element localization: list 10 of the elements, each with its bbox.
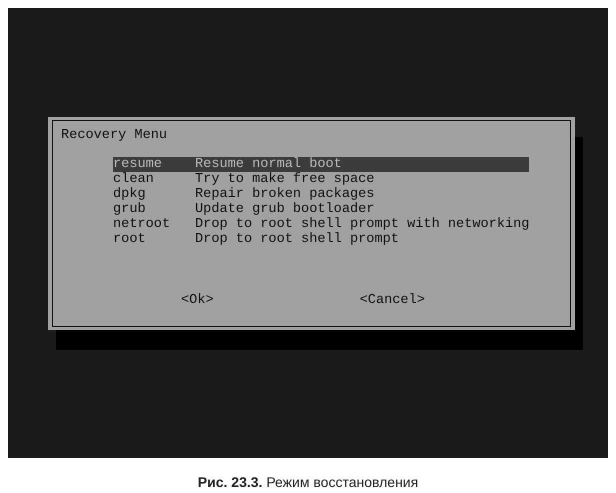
dialog-title: Recovery Menu	[61, 128, 168, 143]
cancel-button[interactable]: <Cancel>	[360, 293, 425, 308]
figure-caption: Рис. 23.3. Режим восстановления	[196, 474, 420, 490]
ok-button[interactable]: <Ok>	[181, 293, 214, 308]
menu-item[interactable]: root Drop to root shell prompt	[113, 232, 530, 247]
menu-item[interactable]: grub Update grub bootloader	[113, 202, 530, 217]
menu-item[interactable]: clean Try to make free space	[113, 172, 530, 187]
menu-item[interactable]: netroot Drop to root shell prompt with networking	[113, 217, 530, 232]
menu-item[interactable]: resume Resume normal boot	[113, 157, 530, 172]
menu-item[interactable]: dpkg Repair broken packages	[113, 187, 530, 202]
